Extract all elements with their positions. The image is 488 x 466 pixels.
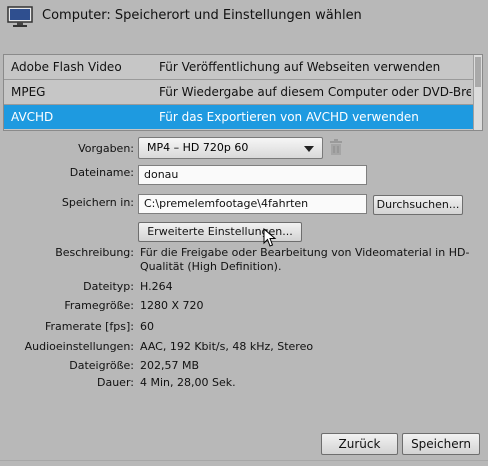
format-row-avchd[interactable]: AVCHD Für das Exportieren von AVCHD verw…: [4, 105, 474, 129]
scrollbar-thumb[interactable]: [475, 57, 481, 87]
format-description: Für Veröffentlichung auf Webseiten verwe…: [159, 60, 441, 74]
format-name: AVCHD: [11, 110, 54, 124]
format-name: Adobe Flash Video: [11, 60, 122, 74]
save-button[interactable]: Speichern: [402, 433, 480, 455]
audio-label: Audioeinstellungen:: [24, 340, 134, 353]
dauer-label: Dauer:: [97, 376, 134, 389]
framerate-label: Framerate [fps]:: [45, 320, 134, 333]
speicherort-field[interactable]: C:\premelemfootage\4fahrten: [138, 194, 367, 214]
framerate-value: 60: [140, 320, 154, 333]
vorgaben-value: MP4 – HD 720p 60: [147, 141, 249, 154]
browse-button[interactable]: Durchsuchen...: [373, 195, 463, 215]
monitor-icon: [7, 6, 33, 31]
advanced-settings-button[interactable]: Erweiterte Einstellungen...: [138, 222, 302, 242]
format-list[interactable]: Adobe Flash Video Für Veröffentlichung a…: [3, 54, 483, 131]
trash-icon[interactable]: [329, 139, 343, 159]
dateityp-label: Dateityp:: [83, 280, 134, 293]
beschreibung-label: Beschreibung:: [55, 246, 134, 259]
framegroesse-value: 1280 X 720: [140, 299, 204, 312]
format-name: MPEG: [11, 85, 46, 99]
format-row-flash[interactable]: Adobe Flash Video Für Veröffentlichung a…: [4, 55, 474, 80]
dialog-title: Computer: Speicherort und Einstellungen …: [42, 8, 362, 23]
dateigroesse-label: Dateigröße:: [69, 359, 134, 372]
back-button[interactable]: Zurück: [321, 433, 398, 455]
vorgaben-label: Vorgaben:: [78, 142, 134, 155]
list-scrollbar[interactable]: [473, 55, 482, 130]
dateiname-label: Dateiname:: [69, 166, 134, 179]
dauer-value: 4 Min, 28,00 Sek.: [140, 376, 236, 389]
chevron-down-icon: [304, 146, 314, 152]
vorgaben-select[interactable]: MP4 – HD 720p 60: [138, 137, 323, 159]
dateiname-field[interactable]: donau: [138, 165, 367, 185]
format-row-mpeg[interactable]: MPEG Für Wiedergabe auf diesem Computer …: [4, 80, 474, 105]
dateityp-value: H.264: [140, 280, 173, 293]
framegroesse-label: Framegröße:: [64, 299, 134, 312]
dateigroesse-value: 202,57 MB: [140, 359, 200, 372]
bottom-divider: [0, 460, 488, 461]
speichern-label: Speichern in:: [61, 196, 134, 209]
format-description: Für das Exportieren von AVCHD verwenden: [159, 110, 419, 124]
format-description: Für Wiedergabe auf diesem Computer oder …: [159, 85, 471, 99]
dialog-header: Computer: Speicherort und Einstellungen …: [0, 0, 488, 34]
audio-value: AAC, 192 Kbit/s, 48 kHz, Stereo: [140, 340, 314, 353]
beschreibung-value: Für die Freigabe oder Bearbeitung von Vi…: [140, 246, 470, 273]
